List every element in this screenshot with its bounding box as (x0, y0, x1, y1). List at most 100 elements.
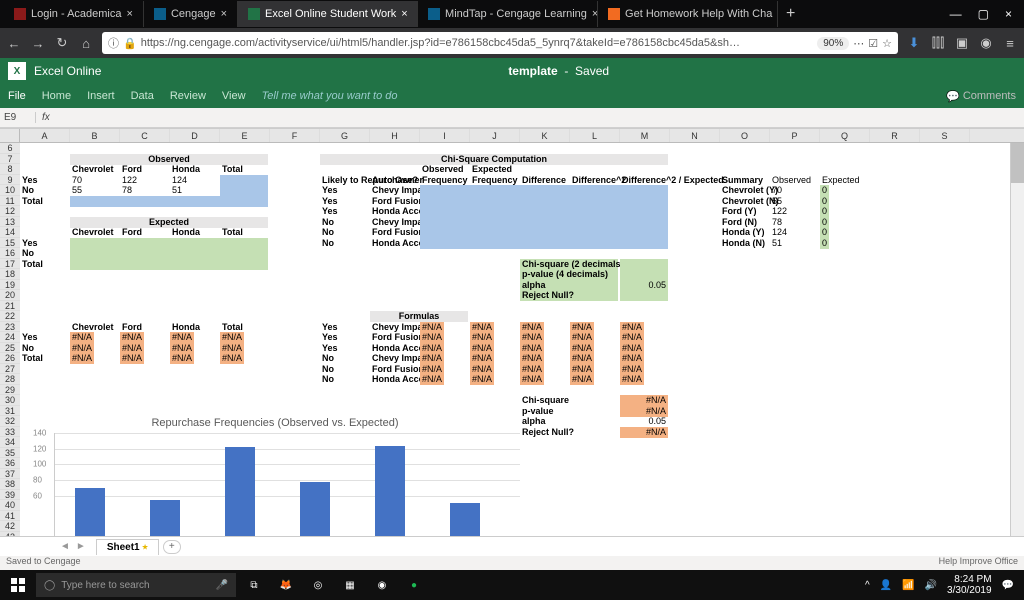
cell[interactable]: Summary (720, 175, 765, 186)
row-header-18[interactable]: 18 (0, 269, 20, 280)
row-header-9[interactable]: 9 (0, 175, 20, 186)
ribbon-insert[interactable]: Insert (87, 90, 115, 102)
cell[interactable]: #N/A (570, 364, 594, 375)
cell[interactable]: Yes (320, 332, 340, 343)
cell[interactable] (420, 238, 668, 249)
row-header-8[interactable]: 8 (0, 164, 20, 175)
cell[interactable]: Total (220, 164, 245, 175)
cell[interactable]: Ford (Y) (720, 206, 759, 217)
cell[interactable]: #N/A (520, 322, 544, 333)
cell[interactable]: 51 (770, 238, 784, 249)
cell[interactable]: Expected (70, 217, 268, 228)
cell[interactable]: #N/A (620, 427, 668, 438)
col-header-L[interactable]: L (570, 129, 620, 142)
cell[interactable]: #N/A (570, 332, 594, 343)
cell[interactable]: Chi-square (2 decimals) (520, 259, 618, 270)
repurchase-chart[interactable]: Repurchase Frequencies (Observed vs. Exp… (30, 417, 520, 536)
cell[interactable]: No (320, 238, 336, 249)
row-header-34[interactable]: 34 (0, 437, 20, 448)
row-header-17[interactable]: 17 (0, 259, 20, 270)
cell[interactable]: Honda (170, 227, 202, 238)
cell[interactable] (70, 259, 268, 270)
cell[interactable]: No (20, 248, 36, 259)
col-header-J[interactable]: J (470, 129, 520, 142)
ribbon-review[interactable]: Review (170, 90, 206, 102)
cell[interactable]: 0 (820, 196, 829, 207)
cell[interactable]: #N/A (420, 353, 444, 364)
back-icon[interactable]: ← (6, 36, 22, 51)
cell[interactable]: alpha (520, 280, 618, 291)
close-icon[interactable]: × (127, 8, 133, 20)
home-icon[interactable]: ⌂ (78, 36, 94, 51)
maximize-icon[interactable]: ▢ (978, 7, 989, 21)
cell[interactable]: No (20, 343, 36, 354)
cell[interactable]: No (320, 227, 336, 238)
row-header-35[interactable]: 35 (0, 448, 20, 459)
ribbon-view[interactable]: View (222, 90, 246, 102)
row-header-26[interactable]: 26 (0, 353, 20, 364)
cell[interactable]: Yes (320, 196, 340, 207)
ribbon-file[interactable]: File (8, 90, 26, 102)
cell[interactable]: Honda (170, 322, 202, 333)
name-box[interactable]: E9 (0, 112, 36, 123)
zoom-badge[interactable]: 90% (817, 37, 849, 50)
reader-icon[interactable]: ☑ (868, 37, 878, 50)
cell[interactable]: #N/A (570, 353, 594, 364)
cell[interactable] (620, 269, 668, 280)
tab-mindtap[interactable]: MindTap - Cengage Learning× (418, 1, 598, 27)
cell[interactable]: No (320, 364, 336, 375)
cell[interactable]: #N/A (220, 343, 244, 354)
row-header-25[interactable]: 25 (0, 343, 20, 354)
cell[interactable]: Reject Null? (520, 290, 618, 301)
task-view-icon[interactable]: ⧉ (240, 573, 268, 597)
close-window-icon[interactable]: × (1005, 7, 1012, 21)
cell[interactable]: #N/A (520, 343, 544, 354)
cell[interactable] (420, 196, 668, 207)
cell[interactable]: #N/A (170, 353, 194, 364)
col-header-F[interactable]: F (270, 129, 320, 142)
taskbar-search[interactable]: ◯Type here to search🎤 (36, 573, 236, 597)
cell[interactable]: 124 (170, 175, 189, 186)
cell[interactable]: Yes (320, 206, 340, 217)
row-header-39[interactable]: 39 (0, 490, 20, 501)
row-header-37[interactable]: 37 (0, 469, 20, 480)
cell[interactable]: #N/A (570, 343, 594, 354)
cell[interactable]: alpha (520, 416, 618, 427)
cell[interactable]: #N/A (620, 353, 644, 364)
col-header-I[interactable]: I (420, 129, 470, 142)
column-headers[interactable]: /*cols rendered below*/ ABCDEFGHIJKLMNOP… (0, 129, 1024, 143)
row-header-20[interactable]: 20 (0, 290, 20, 301)
cell[interactable]: Observed (70, 154, 268, 165)
cell[interactable]: p-value (4 decimals) (520, 269, 618, 280)
cell[interactable]: Chevrolet (70, 322, 116, 333)
mic-icon[interactable]: 🎤 (216, 580, 228, 591)
doc-name[interactable]: template (508, 64, 557, 78)
epic-icon[interactable]: ▦ (336, 573, 364, 597)
cell[interactable]: Observed (420, 164, 466, 175)
cell[interactable]: Chi-square (520, 395, 618, 406)
col-header-H[interactable]: H (370, 129, 420, 142)
cell[interactable]: 0 (820, 206, 829, 217)
cell[interactable]: Honda (170, 164, 202, 175)
tray-up-icon[interactable]: ^ (865, 580, 870, 591)
cell[interactable]: Expected (470, 164, 514, 175)
row-header-14[interactable]: 14 (0, 227, 20, 238)
start-button[interactable] (4, 573, 32, 597)
cell[interactable]: Observed (770, 175, 813, 186)
cell[interactable]: #N/A (170, 343, 194, 354)
row-header-40[interactable]: 40 (0, 500, 20, 511)
sheet-nav-left-icon[interactable]: ◄ (60, 541, 70, 552)
minimize-icon[interactable]: — (950, 7, 962, 21)
cell[interactable]: 51 (170, 185, 184, 196)
spreadsheet-grid[interactable]: /*cols rendered below*/ ABCDEFGHIJKLMNOP… (0, 128, 1024, 536)
cell[interactable]: #N/A (520, 353, 544, 364)
forward-icon[interactable]: → (30, 36, 46, 51)
cell[interactable]: 122 (770, 206, 789, 217)
row-headers[interactable]: 6789101112131415161718192021222324252627… (0, 143, 20, 536)
col-header-K[interactable]: K (520, 129, 570, 142)
col-header-A[interactable]: A (20, 129, 70, 142)
cell[interactable]: #N/A (470, 322, 494, 333)
close-icon[interactable]: × (221, 8, 227, 20)
cell[interactable]: #N/A (520, 332, 544, 343)
cell[interactable]: Difference (520, 175, 568, 186)
